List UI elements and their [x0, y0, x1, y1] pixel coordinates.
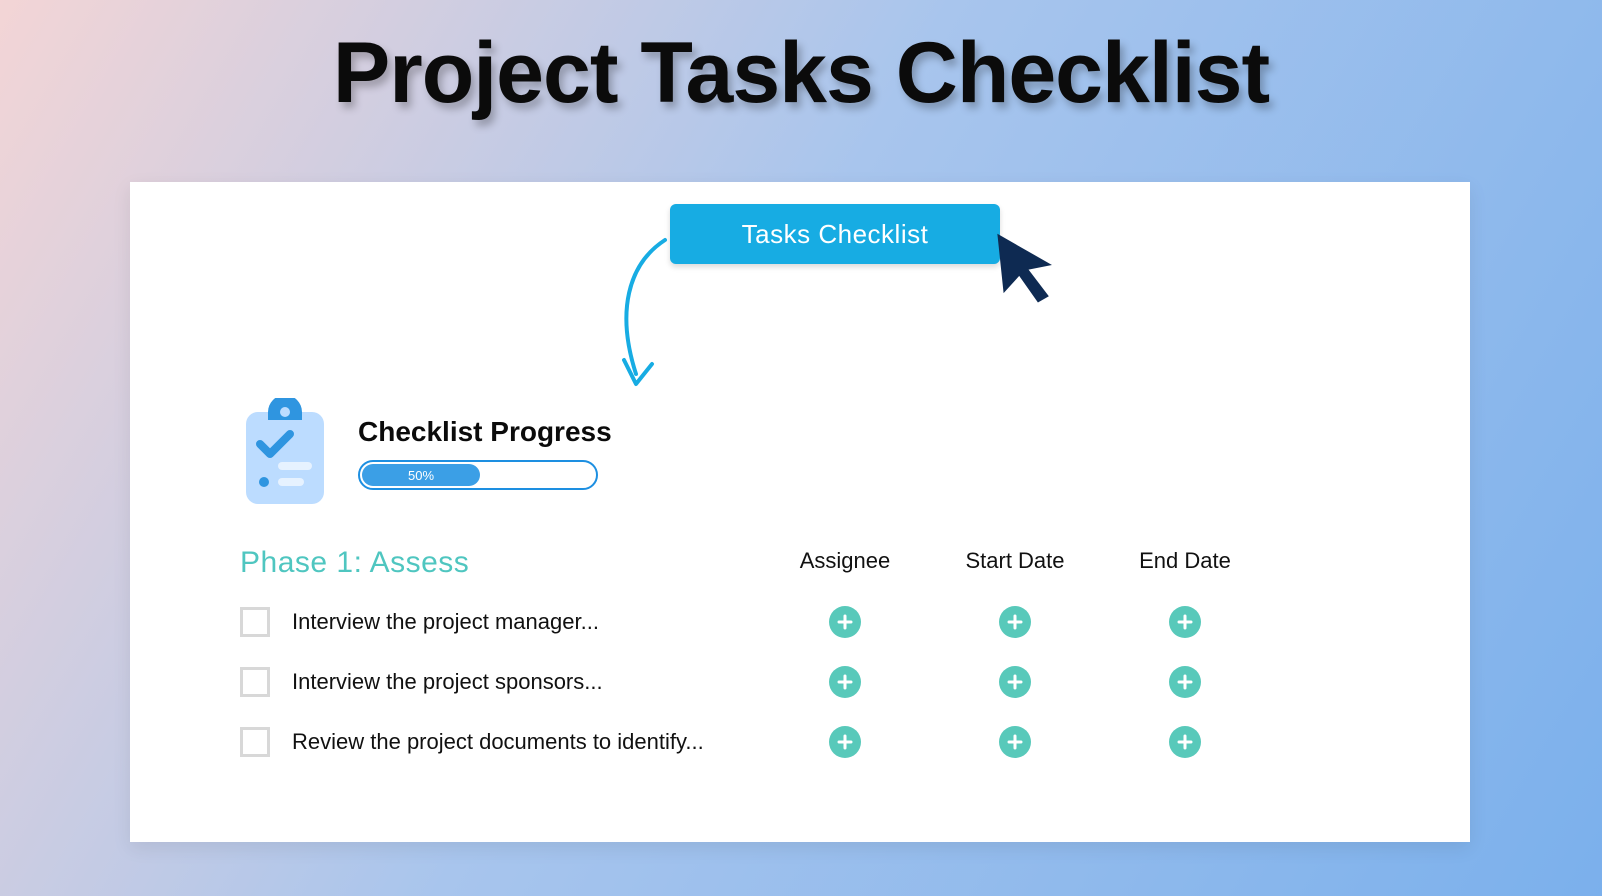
task-checkbox[interactable] [240, 667, 270, 697]
add-end-date-button[interactable] [1169, 726, 1201, 758]
add-assignee-button[interactable] [829, 606, 861, 638]
progress-bar: 50% [358, 460, 598, 490]
task-label: Review the project documents to identify… [292, 729, 704, 755]
add-assignee-button[interactable] [829, 666, 861, 698]
plus-icon [1177, 614, 1193, 630]
add-assignee-button[interactable] [829, 726, 861, 758]
column-end-date: End Date [1100, 548, 1270, 574]
plus-icon [837, 614, 853, 630]
cursor-icon [988, 226, 1066, 304]
progress-bar-fill: 50% [362, 464, 480, 486]
plus-icon [837, 674, 853, 690]
tasks-table: Assignee Start Date End Date Interview t… [240, 548, 1360, 772]
table-row: Interview the project manager... [240, 592, 1360, 652]
column-assignee: Assignee [760, 548, 930, 574]
table-row: Review the project documents to identify… [240, 712, 1360, 772]
add-start-date-button[interactable] [999, 606, 1031, 638]
plus-icon [1177, 674, 1193, 690]
plus-icon [1007, 674, 1023, 690]
checklist-card: Tasks Checklist Checklist Progress 50% [130, 182, 1470, 842]
tasks-checklist-button[interactable]: Tasks Checklist [670, 204, 1000, 264]
page-title: Project Tasks Checklist [0, 0, 1602, 123]
add-end-date-button[interactable] [1169, 606, 1201, 638]
task-checkbox[interactable] [240, 727, 270, 757]
top-row: Tasks Checklist [240, 204, 1360, 394]
progress-percent-label: 50% [408, 468, 434, 483]
plus-icon [837, 734, 853, 750]
plus-icon [1177, 734, 1193, 750]
task-label: Interview the project sponsors... [292, 669, 603, 695]
add-start-date-button[interactable] [999, 666, 1031, 698]
column-start-date: Start Date [930, 548, 1100, 574]
clipboard-check-icon [240, 398, 330, 508]
progress-row: Checklist Progress 50% [240, 398, 1360, 508]
progress-title: Checklist Progress [358, 416, 612, 448]
task-checkbox[interactable] [240, 607, 270, 637]
progress-block: Checklist Progress 50% [358, 416, 612, 490]
table-row: Interview the project sponsors... [240, 652, 1360, 712]
task-label: Interview the project manager... [292, 609, 599, 635]
plus-icon [1007, 734, 1023, 750]
curved-arrow-icon [610, 234, 680, 394]
plus-icon [1007, 614, 1023, 630]
add-start-date-button[interactable] [999, 726, 1031, 758]
add-end-date-button[interactable] [1169, 666, 1201, 698]
